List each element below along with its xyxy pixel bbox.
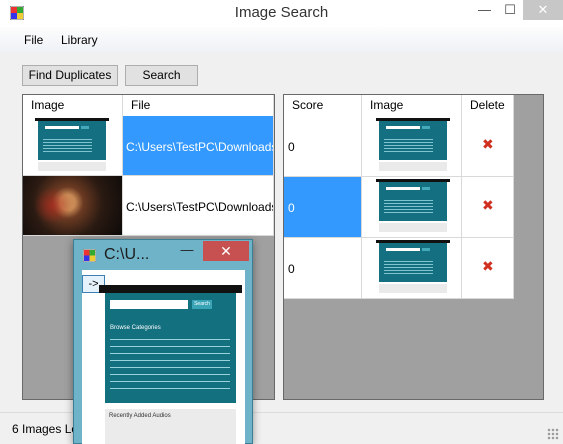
image-cell[interactable] (23, 116, 123, 175)
website-thumbnail (376, 179, 450, 234)
preview-title: C:\U... (104, 246, 150, 263)
file-cell[interactable]: C:\Users\TestPC\Downloads\ (123, 116, 274, 175)
game-art-thumbnail (23, 176, 122, 235)
website-thumbnail (376, 118, 450, 173)
score-value: 0 (288, 201, 295, 215)
main-window: Image Search — ☐ ✕ File Library Find Dup… (0, 0, 563, 444)
preview-recent-heading: Recently Added Audios (109, 413, 171, 419)
column-header-image[interactable]: Image (362, 95, 462, 116)
results-grid[interactable]: Score Image Delete 0 ✖ 0 ✖ 0 ✖ (283, 94, 544, 400)
resize-grip-icon[interactable] (547, 428, 559, 440)
column-header-image[interactable]: Image (23, 95, 123, 116)
score-cell[interactable]: 0 (284, 116, 362, 176)
file-path: C:\Users\TestPC\Downloads\ (126, 140, 274, 154)
delete-cell[interactable]: ✖ (462, 116, 514, 176)
file-cell[interactable]: C:\Users\TestPC\Downloads\ (123, 176, 274, 235)
image-cell[interactable] (362, 177, 462, 237)
delete-cell[interactable]: ✖ (462, 177, 514, 237)
column-header-delete[interactable]: Delete (462, 95, 514, 116)
table-row[interactable]: 0 ✖ (284, 177, 514, 238)
status-text: 6 Images Lo (12, 422, 79, 436)
close-button[interactable]: ✕ (523, 0, 563, 20)
delete-icon[interactable]: ✖ (482, 136, 494, 153)
results-grid-header: Score Image Delete (284, 95, 514, 116)
maximize-button[interactable]: ☐ (497, 0, 523, 20)
preview-client-area: -> Search Browse Categories Recently Add… (82, 270, 245, 444)
score-value: 0 (288, 140, 295, 154)
score-cell[interactable]: 0 (284, 177, 362, 237)
preview-minimize-button[interactable]: — (177, 242, 197, 262)
title-bar[interactable]: Image Search — ☐ ✕ (0, 0, 563, 27)
minimize-button[interactable]: — (472, 0, 497, 20)
preview-search-button-label: Search (192, 300, 212, 309)
preview-category-heading: Browse Categories (110, 325, 161, 331)
app-icon (83, 249, 96, 262)
menu-library[interactable]: Library (61, 33, 98, 47)
table-row[interactable]: 0 ✖ (284, 116, 514, 177)
website-thumbnail (376, 240, 450, 295)
delete-icon[interactable]: ✖ (482, 197, 494, 214)
find-duplicates-button[interactable]: Find Duplicates (22, 65, 118, 86)
table-row[interactable]: 0 ✖ (284, 238, 514, 299)
score-value: 0 (288, 262, 295, 276)
image-cell[interactable] (362, 116, 462, 176)
library-grid-header: Image File (23, 95, 274, 116)
menu-file[interactable]: File (24, 33, 43, 47)
file-path: C:\Users\TestPC\Downloads\ (126, 200, 274, 214)
menu-bar: File Library (0, 27, 563, 52)
image-cell[interactable] (362, 238, 462, 298)
image-preview-window[interactable]: C:\U... — ☐ ✕ -> Search Browse Categorie… (73, 239, 253, 444)
column-header-score[interactable]: Score (284, 95, 362, 116)
preview-close-button[interactable]: ✕ (203, 241, 249, 261)
table-row[interactable]: C:\Users\TestPC\Downloads\ (23, 176, 274, 236)
search-button[interactable]: Search (125, 65, 198, 86)
column-header-file[interactable]: File (123, 95, 274, 116)
delete-cell[interactable]: ✖ (462, 238, 514, 298)
preview-image: Search Browse Categories Recently Added … (99, 285, 242, 444)
website-thumbnail (35, 118, 109, 173)
image-cell[interactable] (23, 176, 123, 235)
score-cell[interactable]: 0 (284, 238, 362, 298)
delete-icon[interactable]: ✖ (482, 258, 494, 275)
table-row[interactable]: C:\Users\TestPC\Downloads\ (23, 116, 274, 176)
